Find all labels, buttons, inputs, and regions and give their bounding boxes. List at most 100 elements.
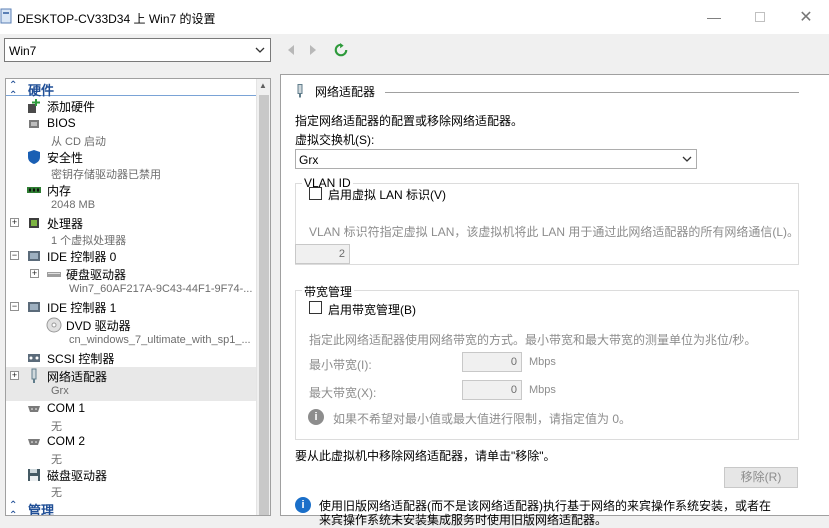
tree-item-processor[interactable]: + 处理器 1 个虚拟处理器: [6, 214, 257, 248]
vlan-id-input[interactable]: 2: [295, 244, 350, 264]
tree-item-bios[interactable]: BIOS 从 CD 启动: [6, 115, 257, 149]
tree-item-memory[interactable]: 内存 2048 MB: [6, 181, 257, 215]
minimize-button[interactable]: —: [691, 0, 737, 34]
network-adapter-icon: [297, 84, 303, 98]
maximize-button[interactable]: [737, 0, 783, 34]
back-arrow-icon[interactable]: [284, 42, 298, 58]
enable-vlan-checkbox[interactable]: [309, 187, 322, 200]
expand-icon[interactable]: −: [10, 302, 19, 311]
dvd-icon: [46, 317, 62, 333]
tree-item-detail: 无: [51, 454, 62, 466]
bandwidth-info-text: 如果不希望对最小值或最大值进行限制，请指定值为 0。: [333, 412, 632, 426]
expand-icon[interactable]: +: [10, 371, 19, 380]
forward-arrow-icon[interactable]: [306, 42, 320, 58]
tree-item-label: BIOS: [47, 116, 76, 130]
min-bandwidth-unit: Mbps: [529, 356, 556, 368]
max-bandwidth-unit: Mbps: [529, 384, 556, 396]
vlan-help-text: VLAN 标识符指定虚拟 LAN，该虚拟机将此 LAN 用于通过此网络适配器的所…: [309, 225, 800, 239]
expand-icon[interactable]: +: [30, 269, 39, 278]
tree-item-label: 内存: [47, 184, 72, 198]
ide-controller-icon: [28, 251, 40, 261]
tree-item-label: 硬盘驱动器: [66, 268, 127, 282]
bios-chip-icon: [29, 120, 39, 128]
info-icon: i: [295, 497, 311, 513]
tree-item-detail: 从 CD 启动: [51, 136, 106, 148]
tree-item-detail: 无: [51, 487, 62, 499]
virtual-switch-select[interactable]: Grx: [295, 149, 697, 169]
tree-item-label: 处理器: [47, 217, 84, 231]
tree-item-com2[interactable]: COM 2 无: [6, 433, 257, 467]
info-icon: i: [308, 409, 324, 425]
bandwidth-help-text: 指定此网络适配器使用网络带宽的方式。最小带宽和最大带宽的测量单位为兆位/秒。: [309, 333, 757, 347]
legacy-adapter-info-line2: 来宾操作系统未安装集成服务时使用旧版网络适配器。: [319, 513, 608, 527]
tree-item-detail: 密钥存储驱动器已禁用: [51, 169, 161, 181]
com-port-icon: [28, 439, 40, 445]
tree-item-scsi-controller[interactable]: SCSI 控制器: [6, 349, 257, 366]
chevron-down-icon: [255, 47, 265, 53]
window-title: DESKTOP-CV33D34 上 Win7 的设置: [17, 12, 216, 26]
ide-controller-icon: [28, 302, 40, 312]
expand-icon[interactable]: +: [10, 218, 19, 227]
add-hardware-icon: [28, 99, 40, 113]
tree-item-label: COM 1: [47, 401, 86, 415]
section-title: 网络适配器: [315, 85, 376, 99]
tree-item-detail: Win7_60AF217A-9C43-44F1-9F74-...: [69, 283, 253, 295]
tree-item-detail: Grx: [51, 385, 69, 397]
close-button[interactable]: ✕: [783, 0, 829, 34]
tree-item-dvd-drive[interactable]: DVD 驱动器 cn_windows_7_ultimate_with_sp1_.…: [6, 316, 257, 350]
virtual-switch-label: 虚拟交换机(S):: [295, 133, 375, 147]
diskette-icon: [28, 469, 40, 481]
collapse-icon: ⌃ ⌃: [9, 500, 18, 516]
memory-icon: [27, 187, 41, 193]
category-management[interactable]: ⌃ ⌃ 管理: [6, 499, 257, 516]
tree-item-label: IDE 控制器 1: [47, 301, 117, 315]
tree-item-label: 磁盘驱动器: [47, 469, 108, 483]
tree-item-label: 网络适配器: [47, 370, 108, 384]
chevron-down-icon: [682, 156, 692, 162]
tree-item-detail: 1 个虚拟处理器: [51, 235, 127, 247]
bandwidth-group-label: 带宽管理: [302, 283, 355, 300]
virtual-switch-value: Grx: [299, 153, 319, 167]
tree-item-detail: 2048 MB: [51, 199, 96, 211]
tree-item-detail: 无: [51, 421, 62, 433]
minimize-icon: —: [707, 9, 721, 25]
tree-item-hard-drive[interactable]: + 硬盘驱动器 Win7_60AF217A-9C43-44F1-9F74-...: [6, 265, 257, 299]
tree-item-detail: cn_windows_7_ultimate_with_sp1_...: [69, 334, 251, 346]
tree-item-com1[interactable]: COM 1 无: [6, 400, 257, 434]
category-hardware[interactable]: ⌃ ⌃ 硬件: [6, 79, 257, 101]
tree-item-ide-controller-0[interactable]: − IDE 控制器 0: [6, 247, 257, 264]
close-icon: ✕: [799, 9, 813, 26]
min-bandwidth-input[interactable]: 0: [462, 352, 522, 372]
scroll-up-icon[interactable]: ▲: [259, 81, 267, 90]
tree-item-diskette-drive[interactable]: 磁盘驱动器 无: [6, 466, 257, 500]
title-bar: DESKTOP-CV33D34 上 Win7 的设置 — ✕: [0, 0, 829, 34]
category-label: 管理: [28, 503, 55, 516]
tree-item-label: DVD 驱动器: [66, 319, 131, 333]
scrollbar-thumb[interactable]: [259, 95, 269, 515]
tree-item-label: COM 2: [47, 434, 86, 448]
processor-icon: [29, 218, 39, 228]
vm-select[interactable]: Win7: [4, 38, 271, 62]
enable-bandwidth-checkbox[interactable]: [309, 301, 322, 314]
tree-scrollbar[interactable]: ▲: [256, 79, 270, 515]
settings-panel: 网络适配器 指定网络适配器的配置或移除网络适配器。 虚拟交换机(S): Grx …: [280, 74, 829, 527]
hardware-tree: ⌃ ⌃ 硬件 添加硬件 BIOS 从 CD 启动 安全性 密钥存储驱动器已禁用 内…: [5, 78, 271, 516]
max-bandwidth-input[interactable]: 0: [462, 380, 522, 400]
min-bandwidth-label: 最小带宽(I):: [309, 358, 372, 372]
enable-vlan-label: 启用虚拟 LAN 标识(V): [328, 188, 447, 202]
remove-instructions: 要从此虚拟机中移除网络适配器，请单击"移除"。: [295, 449, 556, 463]
maximize-icon: [755, 12, 765, 22]
tree-item-ide-controller-1[interactable]: − IDE 控制器 1: [6, 298, 257, 315]
expand-icon[interactable]: −: [10, 251, 19, 260]
tree-item-network-adapter[interactable]: + 网络适配器 Grx: [6, 367, 257, 401]
refresh-icon[interactable]: [334, 42, 348, 58]
tree-item-label: 添加硬件: [47, 100, 96, 114]
com-port-icon: [28, 406, 40, 412]
max-bandwidth-label: 最大带宽(X):: [309, 386, 377, 400]
enable-bandwidth-label: 启用带宽管理(B): [328, 303, 416, 317]
vm-select-value: Win7: [9, 44, 37, 58]
remove-button[interactable]: 移除(R): [724, 467, 798, 488]
hyperv-settings-icon: [0, 8, 12, 24]
tree-item-security[interactable]: 安全性 密钥存储驱动器已禁用: [6, 148, 257, 182]
network-adapter-icon: [31, 368, 37, 383]
